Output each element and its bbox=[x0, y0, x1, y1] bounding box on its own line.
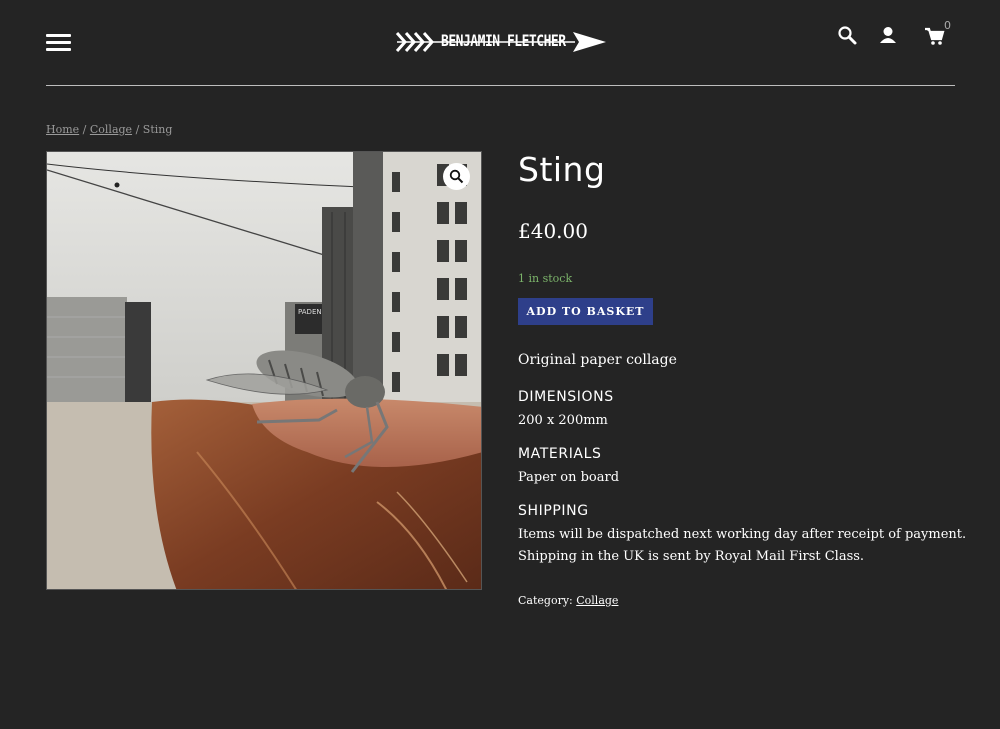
breadcrumb-home-link[interactable]: Home bbox=[46, 123, 79, 136]
dimensions-heading: DIMENSIONS bbox=[518, 389, 614, 405]
product-title: Sting bbox=[518, 150, 606, 189]
site-logo[interactable]: BENJAMIN FLETCHER bbox=[395, 28, 607, 56]
shipping-line-1: Items will be dispatched next working da… bbox=[518, 527, 967, 542]
add-to-basket-button[interactable]: ADD TO BASKET bbox=[518, 298, 653, 325]
logo-text: BENJAMIN FLETCHER bbox=[441, 32, 566, 51]
header-divider bbox=[46, 85, 955, 86]
cart-icon[interactable] bbox=[924, 25, 946, 47]
cart-count-badge: 0 bbox=[944, 19, 951, 32]
shipping-line-2: Shipping in the UK is sent by Royal Mail… bbox=[518, 549, 865, 564]
product-category: Category: Collage bbox=[518, 594, 618, 607]
category-link[interactable]: Collage bbox=[576, 594, 618, 607]
dimensions-value: 200 x 200mm bbox=[518, 413, 608, 428]
site-header: BENJAMIN FLETCHER 0 bbox=[0, 0, 1000, 86]
breadcrumb-category-link[interactable]: Collage bbox=[90, 123, 132, 136]
materials-heading: MATERIALS bbox=[518, 446, 602, 462]
breadcrumb-separator: / bbox=[135, 123, 140, 136]
hamburger-menu-icon[interactable] bbox=[46, 34, 71, 52]
magnifier-icon bbox=[449, 169, 464, 184]
description-lead: Original paper collage bbox=[518, 352, 677, 368]
account-icon[interactable] bbox=[877, 25, 899, 47]
breadcrumb-current: Sting bbox=[142, 123, 173, 136]
zoom-button[interactable] bbox=[443, 163, 470, 190]
category-label: Category: bbox=[518, 594, 573, 607]
materials-value: Paper on board bbox=[518, 470, 620, 485]
product-price: £40.00 bbox=[518, 219, 588, 243]
shipping-heading: SHIPPING bbox=[518, 503, 589, 519]
product-image[interactable]: PADEN-F bbox=[46, 151, 482, 590]
breadcrumb: Home / Collage / Sting bbox=[46, 123, 172, 136]
stock-status: 1 in stock bbox=[518, 272, 573, 285]
breadcrumb-separator: / bbox=[82, 123, 87, 136]
search-icon[interactable] bbox=[837, 25, 859, 47]
